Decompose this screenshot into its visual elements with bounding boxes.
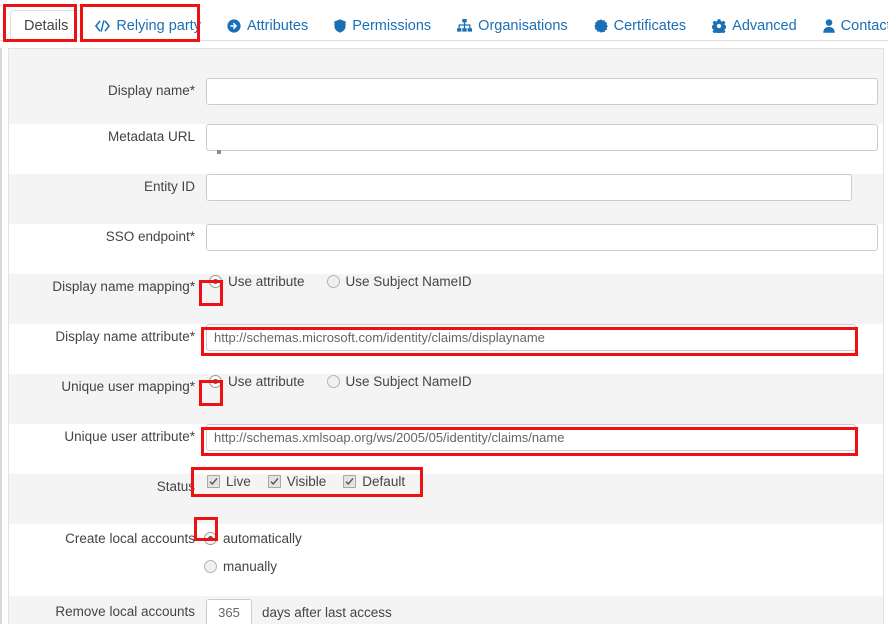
tab-permissions[interactable]: Permissions	[321, 10, 444, 41]
unique-user-attribute-input[interactable]	[206, 424, 856, 451]
tab-label: Permissions	[352, 18, 431, 34]
radio-indicator	[204, 532, 217, 545]
text-cursor-artifact	[217, 150, 221, 154]
panel-left-edge	[0, 48, 2, 624]
radio-label: Use attribute	[228, 374, 305, 389]
gear-icon	[712, 19, 726, 33]
sso-endpoint-input[interactable]	[206, 224, 878, 251]
display-name-attribute-input[interactable]	[206, 324, 856, 351]
tab-attributes[interactable]: Attributes	[214, 10, 321, 41]
label-metadata-url: Metadata URL	[9, 124, 195, 144]
arrow-circle-icon	[227, 19, 241, 33]
checkbox-label: Visible	[287, 474, 327, 489]
tab-certificates[interactable]: Certificates	[581, 10, 700, 41]
tab-contact[interactable]: Contact	[810, 10, 888, 41]
row-entity-id: Entity ID	[9, 174, 884, 224]
tab-label: Contact	[841, 18, 888, 34]
radio-indicator	[204, 560, 217, 573]
label-sso-endpoint: SSO endpoint*	[9, 224, 195, 244]
entity-id-input[interactable]	[206, 174, 852, 201]
label-unique-user-mapping: Unique user mapping*	[9, 374, 195, 394]
label-entity-id: Entity ID	[9, 174, 195, 194]
checkbox-label: Live	[226, 474, 251, 489]
sitemap-icon	[457, 19, 472, 32]
checkbox-status-live[interactable]: Live	[207, 474, 251, 489]
radio-indicator	[209, 275, 222, 288]
tab-label: Certificates	[614, 18, 687, 34]
check-mark-icon	[343, 475, 356, 488]
display-name-input[interactable]	[206, 78, 878, 105]
radio-label: Use Subject NameID	[346, 274, 472, 289]
label-remove-local-accounts: Remove local accounts	[9, 596, 195, 619]
checkbox-status-default[interactable]: Default	[343, 474, 405, 489]
radio-label: manually	[223, 559, 277, 574]
radio-unique-user-mapping-use-attribute[interactable]: Use attribute	[209, 374, 305, 389]
details-form-panel: Display name* Metadata URL Entity ID SSO…	[8, 48, 884, 624]
remove-local-accounts-days-input[interactable]	[206, 599, 252, 624]
row-status: Status Live Visible Default	[9, 474, 884, 524]
row-remove-local-accounts: Remove local accounts days after last ac…	[9, 596, 884, 624]
tab-label: Organisations	[478, 18, 567, 34]
shield-icon	[334, 19, 346, 33]
row-create-local-accounts: Create local accounts automatically manu…	[9, 524, 884, 596]
row-sso-endpoint: SSO endpoint*	[9, 224, 884, 274]
radio-display-name-mapping-subject-nameid[interactable]: Use Subject NameID	[327, 274, 472, 289]
tab-bar: Details Relying party Attributes Permission…	[0, 0, 888, 41]
remove-local-accounts-suffix: days after last access	[262, 605, 392, 620]
tab-details[interactable]: Details	[10, 10, 82, 41]
radio-label: automatically	[223, 531, 302, 546]
label-display-name-attribute: Display name attribute*	[9, 324, 195, 344]
certificate-icon	[594, 19, 608, 33]
row-metadata-url: Metadata URL	[9, 124, 884, 174]
metadata-url-input[interactable]	[206, 124, 878, 151]
radio-create-local-accounts-manually[interactable]: manually	[204, 559, 277, 574]
radio-indicator	[209, 375, 222, 388]
radio-indicator	[327, 375, 340, 388]
tab-label: Relying party	[116, 18, 201, 34]
row-display-name-mapping: Display name mapping* Use attribute Use …	[9, 274, 884, 324]
radio-label: Use Subject NameID	[346, 374, 472, 389]
label-display-name: Display name*	[9, 78, 195, 98]
row-display-name: Display name*	[9, 78, 884, 124]
label-create-local-accounts: Create local accounts	[9, 524, 195, 546]
check-mark-icon	[207, 475, 220, 488]
row-display-name-attribute: Display name attribute*	[9, 324, 884, 374]
row-unique-user-mapping: Unique user mapping* Use attribute Use S…	[9, 374, 884, 424]
radio-indicator	[327, 275, 340, 288]
code-icon	[95, 20, 110, 32]
tab-label: Details	[24, 18, 68, 34]
checkbox-label: Default	[362, 474, 405, 489]
tab-advanced[interactable]: Advanced	[699, 10, 810, 41]
label-status: Status	[9, 474, 195, 494]
label-display-name-mapping: Display name mapping*	[9, 274, 195, 294]
radio-unique-user-mapping-subject-nameid[interactable]: Use Subject NameID	[327, 374, 472, 389]
row-unique-user-attribute: Unique user attribute*	[9, 424, 884, 474]
tab-relying-party[interactable]: Relying party	[82, 10, 214, 41]
radio-label: Use attribute	[228, 274, 305, 289]
user-icon	[823, 19, 835, 33]
radio-create-local-accounts-automatically[interactable]: automatically	[204, 531, 302, 546]
check-mark-icon	[268, 475, 281, 488]
tab-label: Advanced	[732, 18, 797, 34]
tab-label: Attributes	[247, 18, 308, 34]
checkbox-status-visible[interactable]: Visible	[268, 474, 327, 489]
label-unique-user-attribute: Unique user attribute*	[9, 424, 195, 444]
tab-organisations[interactable]: Organisations	[444, 10, 580, 41]
radio-display-name-mapping-use-attribute[interactable]: Use attribute	[209, 274, 305, 289]
